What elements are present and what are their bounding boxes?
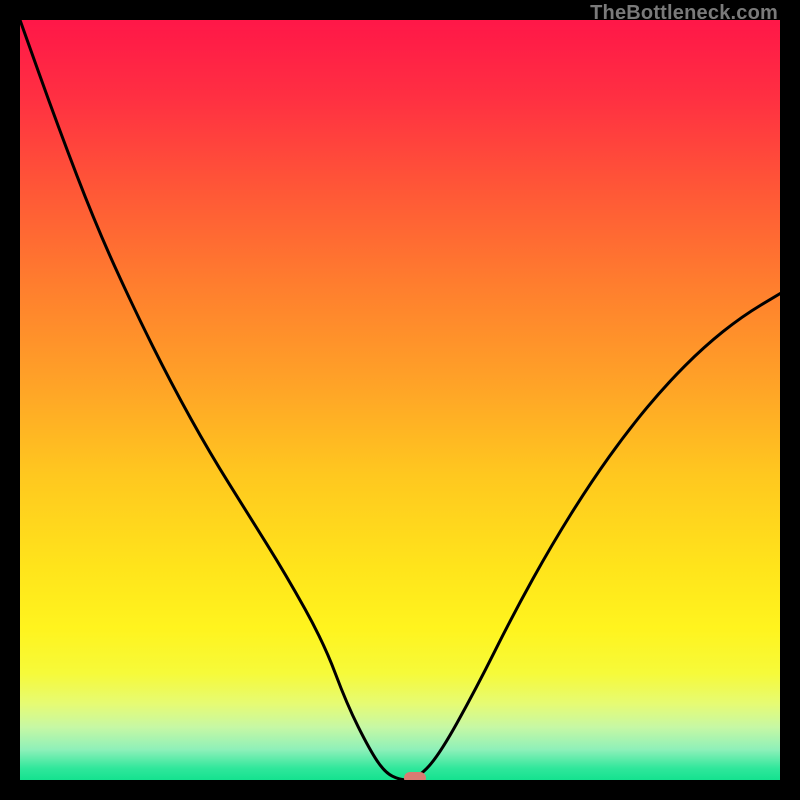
chart-frame: TheBottleneck.com <box>0 0 800 800</box>
curve-layer <box>20 20 780 780</box>
watermark: TheBottleneck.com <box>590 2 778 25</box>
bottleneck-curve <box>20 20 780 780</box>
optimum-marker <box>404 772 426 780</box>
plot-area <box>20 20 780 780</box>
